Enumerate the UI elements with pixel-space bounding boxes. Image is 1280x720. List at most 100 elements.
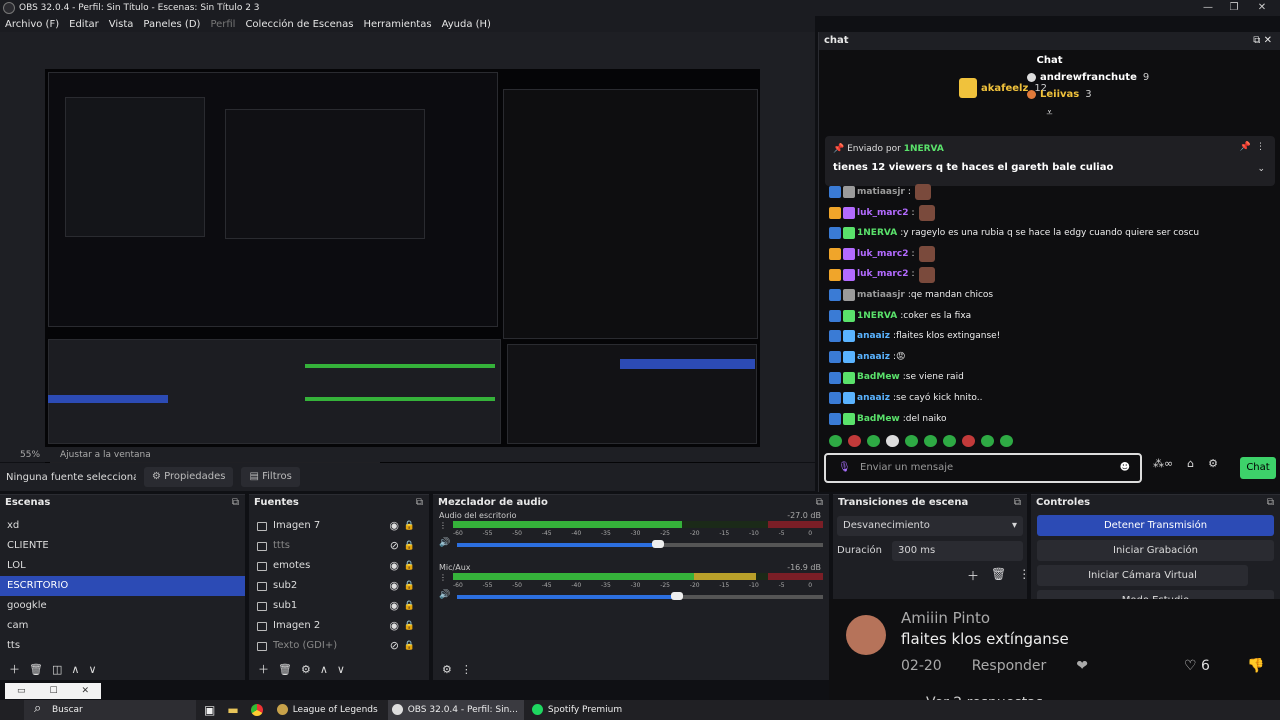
source-item[interactable]: sub2 ◉ 🔒: [249, 576, 429, 596]
scene-item[interactable]: CLIENTE: [0, 536, 245, 556]
lock-icon[interactable]: 🔒: [404, 556, 415, 576]
stop-streaming-button[interactable]: Detener Transmisión: [1037, 515, 1274, 536]
start-virtual-camera-button[interactable]: Iniciar Cámara Virtual: [1037, 565, 1248, 586]
emote-icon[interactable]: [1000, 435, 1013, 447]
menu-item[interactable]: Archivo (F): [5, 19, 59, 30]
move-up-button[interactable]: ∧: [71, 663, 79, 676]
points-icon[interactable]: ⁂∞: [1153, 457, 1173, 470]
source-item[interactable]: ttts ⊘ 🔒: [249, 536, 429, 556]
eye-icon[interactable]: ◉: [389, 596, 399, 616]
chat-username[interactable]: 1NERVA: [857, 306, 897, 327]
volume-slider-knob[interactable]: [670, 592, 683, 600]
speaker-icon[interactable]: 🔊: [439, 590, 450, 600]
menu-item[interactable]: Paneles (D): [143, 19, 200, 30]
chat-username[interactable]: BadMew: [857, 409, 900, 430]
task-view-icon[interactable]: ▣: [204, 703, 215, 717]
avatar[interactable]: [846, 615, 886, 655]
zoom-level[interactable]: 55%: [20, 450, 40, 460]
scene-item[interactable]: LOL: [0, 556, 245, 576]
pinned-by-user[interactable]: 1NERVA: [904, 144, 944, 154]
eye-icon[interactable]: ◉: [389, 616, 399, 636]
chat-username[interactable]: luk_marc2: [857, 264, 908, 285]
move-down-button[interactable]: ∨: [88, 663, 96, 676]
chat-username[interactable]: matiaasjr: [857, 285, 905, 306]
lock-icon[interactable]: 🔒: [404, 536, 415, 556]
duration-input[interactable]: 300 ms: [892, 541, 1023, 561]
chat-send-button[interactable]: Chat: [1240, 457, 1276, 479]
menu-item[interactable]: Editar: [69, 19, 99, 30]
chat-username[interactable]: luk_marc2: [857, 244, 908, 265]
move-down-button[interactable]: ∨: [337, 663, 345, 676]
lock-icon[interactable]: 🔒: [404, 616, 415, 636]
transition-select[interactable]: Desvanecimiento ▾: [837, 516, 1023, 536]
remove-scene-button[interactable]: 🗑: [29, 663, 43, 676]
undock-icon[interactable]: ⧉: [816, 495, 823, 511]
scene-item[interactable]: cam: [0, 616, 245, 636]
eye-icon[interactable]: ◉: [389, 576, 399, 596]
chat-username[interactable]: BadMew: [857, 367, 900, 388]
track-menu-icon[interactable]: ⋮: [439, 573, 447, 582]
emote-icon[interactable]: [943, 435, 956, 447]
menu-item[interactable]: Herramientas: [363, 19, 431, 30]
scene-item[interactable]: ESCRITORIO: [0, 576, 245, 596]
scene-item[interactable]: googkle: [0, 596, 245, 616]
add-transition-button[interactable]: ＋: [967, 567, 979, 584]
eye-icon[interactable]: ◉: [389, 516, 399, 536]
source-properties-button[interactable]: ⚙: [301, 663, 311, 676]
volume-slider[interactable]: [457, 592, 823, 600]
source-item[interactable]: Texto (GDI+) ⊘ 🔒: [249, 636, 429, 656]
settings-icon[interactable]: ⚙: [1208, 457, 1218, 470]
close-button[interactable]: ✕: [1244, 0, 1280, 16]
chat-username[interactable]: matiaasjr: [857, 182, 905, 203]
scene-item[interactable]: xd: [0, 516, 245, 536]
mixer-menu-icon[interactable]: ⋮: [461, 663, 472, 676]
dislike-icon[interactable]: 👎: [1247, 658, 1264, 674]
lock-icon[interactable]: 🔒: [404, 516, 415, 536]
chat-username[interactable]: anaaiz: [857, 326, 890, 347]
advanced-audio-icon[interactable]: ⚙: [442, 663, 452, 676]
eye-hidden-icon[interactable]: ⊘: [390, 636, 399, 656]
add-scene-button[interactable]: ＋: [9, 661, 20, 677]
transition-menu-icon[interactable]: ⋮: [1018, 567, 1030, 584]
folder-icon[interactable]: ▬: [227, 703, 238, 717]
lock-icon[interactable]: 🔒: [404, 576, 415, 596]
taskbar-app[interactable]: OBS 32.0.4 - Perfil: Sin...: [387, 700, 524, 720]
store-icon[interactable]: ⌂: [1187, 457, 1194, 470]
source-item[interactable]: Imagen 7 ◉ 🔒: [249, 516, 429, 536]
chat-username[interactable]: anaaiz: [857, 388, 890, 409]
chat-username[interactable]: anaaiz: [857, 347, 890, 368]
emote-icon[interactable]: [886, 435, 899, 447]
add-source-button[interactable]: ＋: [258, 661, 269, 677]
emoji-icon[interactable]: ☻: [1120, 455, 1130, 481]
undock-icon[interactable]: ⧉: [1267, 495, 1274, 511]
leaderboard-entry[interactable]: andrewfranchute 9: [1027, 72, 1149, 83]
comment-author[interactable]: Amiiin Pinto: [901, 609, 990, 627]
close-icon[interactable]: ⧉ ✕: [1253, 32, 1272, 50]
leaderboard-entry[interactable]: Leiivas 3: [1027, 89, 1092, 100]
preview-area[interactable]: [0, 32, 815, 477]
scene-filters-button[interactable]: ◫: [52, 663, 62, 676]
undock-icon[interactable]: ⧉: [1014, 495, 1021, 511]
move-up-button[interactable]: ∧: [320, 663, 328, 676]
emote-icon[interactable]: [981, 435, 994, 447]
fit-to-window-label[interactable]: Ajustar a la ventana: [60, 450, 151, 460]
emote-icon[interactable]: [867, 435, 880, 447]
close-icon[interactable]: ✕: [81, 686, 89, 696]
speaker-icon[interactable]: 🔊: [439, 538, 450, 548]
properties-button[interactable]: ⚙ Propiedades: [144, 467, 234, 487]
undock-icon[interactable]: ⧉: [416, 495, 423, 511]
maximize-icon[interactable]: ☐: [49, 686, 57, 696]
chrome-icon[interactable]: [250, 704, 263, 716]
track-menu-icon[interactable]: ⋮: [439, 521, 447, 530]
emote-icon[interactable]: [962, 435, 975, 447]
microphone-icon[interactable]: 🎙: [838, 455, 851, 481]
menu-item[interactable]: Colección de Escenas: [245, 19, 353, 30]
undock-icon[interactable]: ⧉: [232, 495, 239, 511]
source-item[interactable]: sub1 ◉ 🔒: [249, 596, 429, 616]
reply-button[interactable]: Responder: [972, 658, 1047, 674]
remove-transition-button[interactable]: 🗑: [991, 567, 1006, 584]
emote-icon[interactable]: [848, 435, 861, 447]
chat-input[interactable]: 🎙 Enviar un mensaje ☻: [824, 453, 1142, 483]
source-item[interactable]: Imagen 2 ◉ 🔒: [249, 616, 429, 636]
emote-icon[interactable]: [829, 435, 842, 447]
